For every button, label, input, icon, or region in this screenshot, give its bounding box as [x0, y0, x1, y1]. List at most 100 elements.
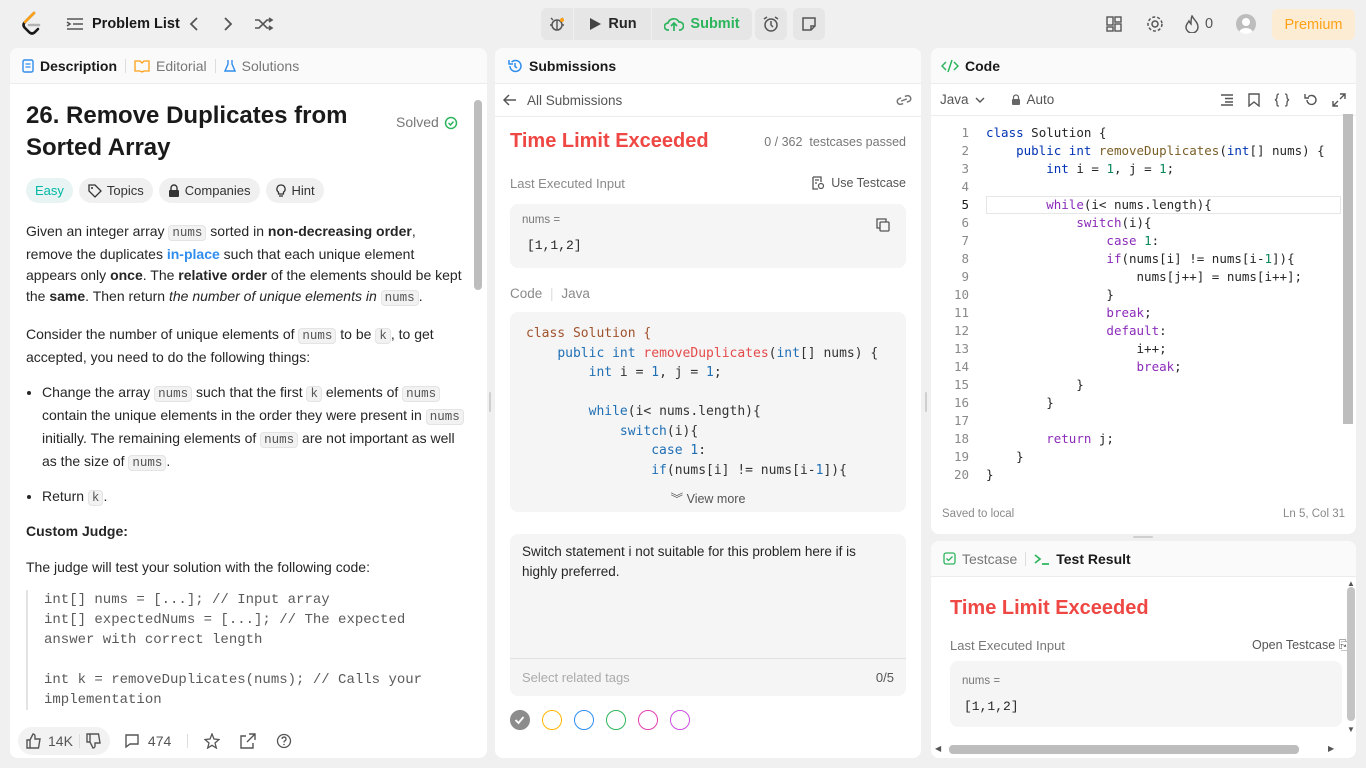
page-title[interactable]: 26. Remove Duplicates from Sorted Array — [26, 100, 356, 164]
language-label: Java — [940, 92, 969, 107]
notes-box[interactable]: Switch statement i not suitable for this… — [510, 534, 906, 696]
back-arrow-icon[interactable] — [503, 93, 517, 107]
submit-button[interactable]: Submit — [652, 8, 752, 40]
thumbs-up-icon[interactable] — [26, 733, 42, 749]
share-icon[interactable] — [240, 733, 256, 749]
tab-submissions[interactable]: Submissions — [495, 58, 624, 74]
code-line[interactable]: public int removeDuplicates(int[] nums) … — [986, 142, 1325, 160]
color-option[interactable] — [542, 710, 562, 730]
code-line[interactable]: } — [986, 448, 1024, 466]
timer-button[interactable] — [755, 8, 787, 40]
auto-mode-label: Auto — [1026, 92, 1055, 107]
comment-icon[interactable] — [124, 733, 140, 749]
shuffle-icon[interactable] — [254, 0, 274, 48]
debug-button[interactable] — [541, 8, 573, 40]
curly-braces-icon[interactable] — [1274, 93, 1290, 107]
check-icon — [514, 716, 525, 725]
line-number: 13 — [953, 341, 969, 356]
leetcode-logo-icon[interactable] — [20, 0, 44, 48]
layout-icon[interactable] — [1106, 0, 1122, 48]
code-line[interactable]: nums[j++] = nums[i++]; — [986, 268, 1303, 286]
tab-testcase[interactable]: Testcase — [931, 551, 1025, 567]
code-line: int[] expectedNums = [...]; // The expec… — [44, 612, 406, 628]
auto-mode-toggle[interactable]: Auto — [1011, 92, 1055, 107]
run-button[interactable]: Run — [574, 8, 651, 40]
scrollbar[interactable] — [1347, 587, 1355, 721]
format-icon[interactable] — [1220, 94, 1234, 106]
note-text[interactable]: Switch statement i not suitable for this… — [522, 542, 892, 582]
tab-test-result[interactable]: Test Result — [1026, 551, 1138, 567]
all-submissions-link[interactable]: All Submissions — [527, 93, 622, 108]
code-line[interactable]: while(i< nums.length){ — [986, 196, 1212, 214]
line-number: 18 — [953, 431, 969, 446]
settings-gear-icon[interactable] — [1146, 0, 1164, 48]
reset-icon[interactable] — [1304, 93, 1318, 107]
color-option[interactable] — [606, 710, 626, 730]
view-more-button[interactable]: ︾ View more — [510, 488, 906, 507]
tag-icon — [88, 183, 102, 198]
code-line[interactable]: switch(i){ — [986, 214, 1151, 232]
line-number: 7 — [961, 233, 969, 248]
link-icon[interactable] — [895, 93, 913, 107]
scrollbar[interactable] — [474, 100, 482, 290]
code-line[interactable]: default: — [986, 322, 1166, 340]
fullscreen-icon[interactable] — [1332, 93, 1346, 107]
color-option[interactable] — [638, 710, 658, 730]
code-line[interactable]: i++; — [986, 340, 1167, 358]
notes-button[interactable] — [793, 8, 825, 40]
code-line[interactable]: break; — [986, 304, 1151, 322]
scroll-right-arrow-icon[interactable]: ▶ — [1328, 744, 1334, 753]
next-problem-button[interactable] — [222, 0, 234, 48]
code-editor[interactable]: 1 class Solution { 2 public int removeDup… — [931, 122, 1356, 502]
tab-editorial[interactable]: Editorial — [126, 58, 215, 74]
hint-chip[interactable]: Hint — [265, 178, 324, 203]
code-line[interactable]: return j; — [986, 430, 1114, 448]
help-icon[interactable] — [276, 733, 292, 749]
result-tabs: Testcase Test Result — [931, 541, 1356, 577]
color-option[interactable] — [510, 710, 530, 730]
resize-handle[interactable] — [1133, 536, 1153, 538]
color-option[interactable] — [670, 710, 690, 730]
premium-button[interactable]: Premium — [1272, 9, 1355, 40]
companies-chip[interactable]: Companies — [158, 178, 260, 203]
tab-description[interactable]: Description — [10, 58, 125, 74]
tab-code[interactable]: Code — [931, 58, 1008, 74]
code-line[interactable]: if(nums[i] != nums[i-1]){ — [986, 250, 1294, 268]
problem-list-button[interactable]: Problem List — [66, 0, 180, 48]
scrollbar[interactable] — [1343, 114, 1353, 424]
scroll-left-arrow-icon[interactable]: ◀ — [935, 744, 941, 753]
code-line[interactable]: int i = 1, j = 1; — [986, 160, 1174, 178]
code-line[interactable]: } — [986, 466, 994, 484]
bookmark-icon[interactable] — [1248, 93, 1260, 107]
code-line[interactable]: } — [986, 394, 1054, 412]
code-line[interactable]: } — [986, 376, 1084, 394]
scroll-up-arrow-icon[interactable]: ▲ — [1347, 579, 1355, 588]
resize-handle[interactable] — [489, 392, 491, 412]
color-option[interactable] — [574, 710, 594, 730]
copy-icon[interactable] — [876, 218, 890, 232]
thumbs-down-icon[interactable] — [86, 733, 102, 749]
star-icon[interactable] — [204, 733, 221, 749]
code-line[interactable]: break; — [986, 358, 1182, 376]
comment-count[interactable]: 474 — [148, 733, 171, 749]
flask-icon — [223, 59, 236, 73]
related-tags-selector[interactable]: Select related tags 0/5 — [510, 658, 906, 696]
avatar[interactable] — [1236, 14, 1256, 34]
horizontal-scrollbar[interactable] — [949, 745, 1299, 754]
use-testcase-button[interactable]: Use Testcase — [811, 176, 906, 190]
code-line: while(i< nums.length){ — [588, 404, 761, 419]
resize-handle[interactable] — [925, 392, 927, 412]
code-line[interactable]: class Solution { — [986, 124, 1106, 142]
streak-counter[interactable]: 0 — [1185, 0, 1213, 48]
passed-count: 0 / 362 — [764, 135, 803, 149]
custom-judge-heading: Custom Judge: — [26, 523, 128, 539]
scroll-down-arrow-icon[interactable]: ▼ — [1347, 725, 1355, 734]
language-select[interactable]: Java — [940, 92, 985, 107]
code-line[interactable]: case 1: — [986, 232, 1159, 250]
previous-problem-button[interactable] — [188, 0, 200, 48]
line-number: 17 — [953, 413, 969, 428]
topics-chip[interactable]: Topics — [78, 178, 153, 203]
open-testcase-button[interactable]: Open Testcase ⎘ — [1252, 638, 1349, 653]
code-line[interactable]: } — [986, 286, 1114, 304]
tab-solutions[interactable]: Solutions — [216, 58, 308, 74]
